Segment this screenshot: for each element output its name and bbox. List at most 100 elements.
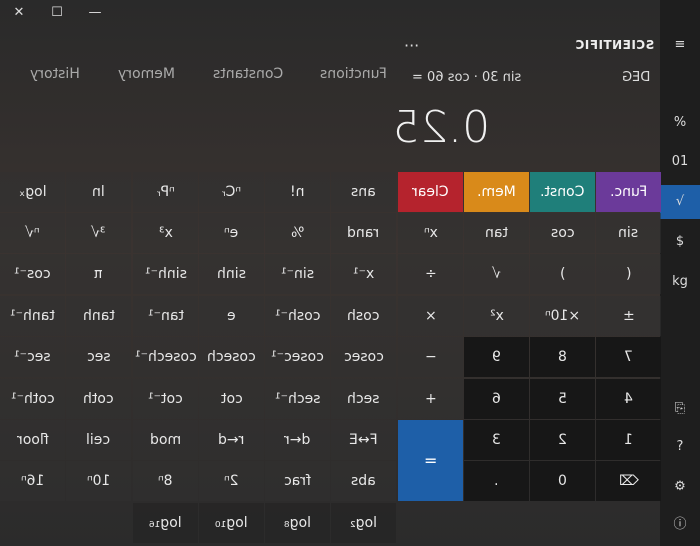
key-44[interactable]: cosec⁻¹: [265, 337, 330, 377]
help-button-icon[interactable]: ?: [660, 430, 700, 464]
key-39[interactable]: ±: [596, 296, 661, 336]
key-37[interactable]: x²: [464, 296, 529, 336]
key-58[interactable]: 5: [530, 379, 595, 419]
key-77[interactable]: ⌫: [596, 461, 661, 501]
key-69[interactable]: 16ⁿ: [0, 461, 65, 501]
key-27[interactable]: √: [464, 254, 529, 294]
key-28[interactable]: ): [530, 254, 595, 294]
close-button[interactable]: ✕: [2, 2, 36, 24]
tab-memory[interactable]: Memory: [118, 66, 175, 82]
weight-converter[interactable]: kg: [660, 265, 700, 299]
key-32[interactable]: tan⁻¹: [133, 296, 198, 336]
minimize-button[interactable]: —: [78, 2, 112, 24]
key-76[interactable]: 0: [530, 461, 595, 501]
key-56[interactable]: +: [398, 379, 463, 419]
key-5[interactable]: ans: [331, 172, 396, 212]
key-57[interactable]: 6: [464, 379, 529, 419]
key-21[interactable]: π: [66, 254, 131, 294]
key-4[interactable]: n!: [265, 172, 330, 212]
key-15[interactable]: rand: [331, 213, 396, 253]
key-18[interactable]: cos: [530, 213, 595, 253]
key-23[interactable]: sinh: [199, 254, 264, 294]
key-19[interactable]: sin: [596, 213, 661, 253]
more-options-button[interactable]: ···: [404, 36, 419, 55]
key-20[interactable]: cos⁻¹: [0, 254, 65, 294]
key-73[interactable]: frac: [265, 461, 330, 501]
key-11[interactable]: ³√: [66, 213, 131, 253]
key-22[interactable]: sinh⁻¹: [133, 254, 198, 294]
key-74[interactable]: abs: [331, 461, 396, 501]
key-13[interactable]: eⁿ: [199, 213, 264, 253]
menu-button[interactable]: ≡: [660, 28, 700, 62]
key-62[interactable]: mod: [133, 420, 198, 460]
key-49[interactable]: 7: [596, 337, 661, 377]
tab-history[interactable]: History: [30, 66, 80, 82]
key-42[interactable]: cosech⁻¹: [133, 337, 198, 377]
key-6[interactable]: Clear: [398, 172, 463, 212]
key-63[interactable]: r←d: [199, 420, 264, 460]
key-29[interactable]: (: [596, 254, 661, 294]
key-14[interactable]: %: [265, 213, 330, 253]
key-17[interactable]: tan: [464, 213, 529, 253]
key-75[interactable]: .: [464, 461, 529, 501]
key-55[interactable]: sech: [331, 379, 396, 419]
currency-converter[interactable]: $: [660, 225, 700, 259]
key-72[interactable]: 2ⁿ: [199, 461, 264, 501]
key-8[interactable]: Const.: [530, 172, 595, 212]
key-60[interactable]: floor: [0, 420, 65, 460]
about-button-icon[interactable]: ⓘ: [660, 508, 700, 542]
key-50[interactable]: coth⁻¹: [0, 379, 65, 419]
maximize-button[interactable]: ☐: [40, 2, 74, 24]
key-70[interactable]: 10ⁿ: [66, 461, 131, 501]
key-0[interactable]: logₓ: [0, 172, 65, 212]
key-80[interactable]: log₁₀: [199, 503, 264, 543]
key-47[interactable]: 9: [464, 337, 529, 377]
key-45[interactable]: cosec: [331, 337, 396, 377]
key-71[interactable]: 8ⁿ: [133, 461, 198, 501]
key-78[interactable]: =: [398, 420, 463, 501]
key-61[interactable]: ceil: [66, 420, 131, 460]
tab-functions[interactable]: Functions: [320, 66, 387, 82]
key-66[interactable]: 3: [464, 420, 529, 460]
key-33[interactable]: e: [199, 296, 264, 336]
key-2[interactable]: ⁿPᵣ: [133, 172, 198, 212]
key-10[interactable]: ⁿ√: [0, 213, 65, 253]
key-35[interactable]: cosh: [331, 296, 396, 336]
key-67[interactable]: 2: [530, 420, 595, 460]
key-31[interactable]: tanh: [66, 296, 131, 336]
key-9[interactable]: Func.: [596, 172, 661, 212]
key-41[interactable]: sec: [66, 337, 131, 377]
percent-converter[interactable]: %: [660, 106, 700, 140]
key-48[interactable]: 8: [530, 337, 595, 377]
key-81[interactable]: log₈: [265, 503, 330, 543]
key-64[interactable]: d←r: [265, 420, 330, 460]
key-36[interactable]: ×: [398, 296, 463, 336]
key-43[interactable]: cosech: [199, 337, 264, 377]
key-59[interactable]: 4: [596, 379, 661, 419]
key-25[interactable]: x⁻¹: [331, 254, 396, 294]
key-24[interactable]: sin⁻¹: [265, 254, 330, 294]
root-mode[interactable]: √: [660, 185, 700, 219]
angle-unit-toggle[interactable]: DEG: [622, 70, 650, 85]
key-40[interactable]: sec⁻¹: [0, 337, 65, 377]
key-16[interactable]: xⁿ: [398, 213, 463, 253]
key-1[interactable]: ln: [66, 172, 131, 212]
key-79[interactable]: log₁₆: [133, 503, 198, 543]
tab-constants[interactable]: Constants: [213, 66, 283, 82]
key-46[interactable]: −: [398, 337, 463, 377]
key-65[interactable]: F↔E: [331, 420, 396, 460]
key-68[interactable]: 1: [596, 420, 661, 460]
key-34[interactable]: cosh⁻¹: [265, 296, 330, 336]
settings-button-icon[interactable]: ⚙: [660, 470, 700, 504]
key-7[interactable]: Mem.: [464, 172, 529, 212]
key-52[interactable]: cot⁻¹: [133, 379, 198, 419]
key-30[interactable]: tanh⁻¹: [0, 296, 65, 336]
key-82[interactable]: log₂: [331, 503, 396, 543]
clipboard-button-icon[interactable]: ⎘: [660, 392, 700, 426]
key-12[interactable]: x³: [133, 213, 198, 253]
key-54[interactable]: sech⁻¹: [265, 379, 330, 419]
binary-converter[interactable]: 01: [660, 145, 700, 179]
key-51[interactable]: coth: [66, 379, 131, 419]
key-38[interactable]: ×10ⁿ: [530, 296, 595, 336]
key-3[interactable]: ⁿCᵣ: [199, 172, 264, 212]
